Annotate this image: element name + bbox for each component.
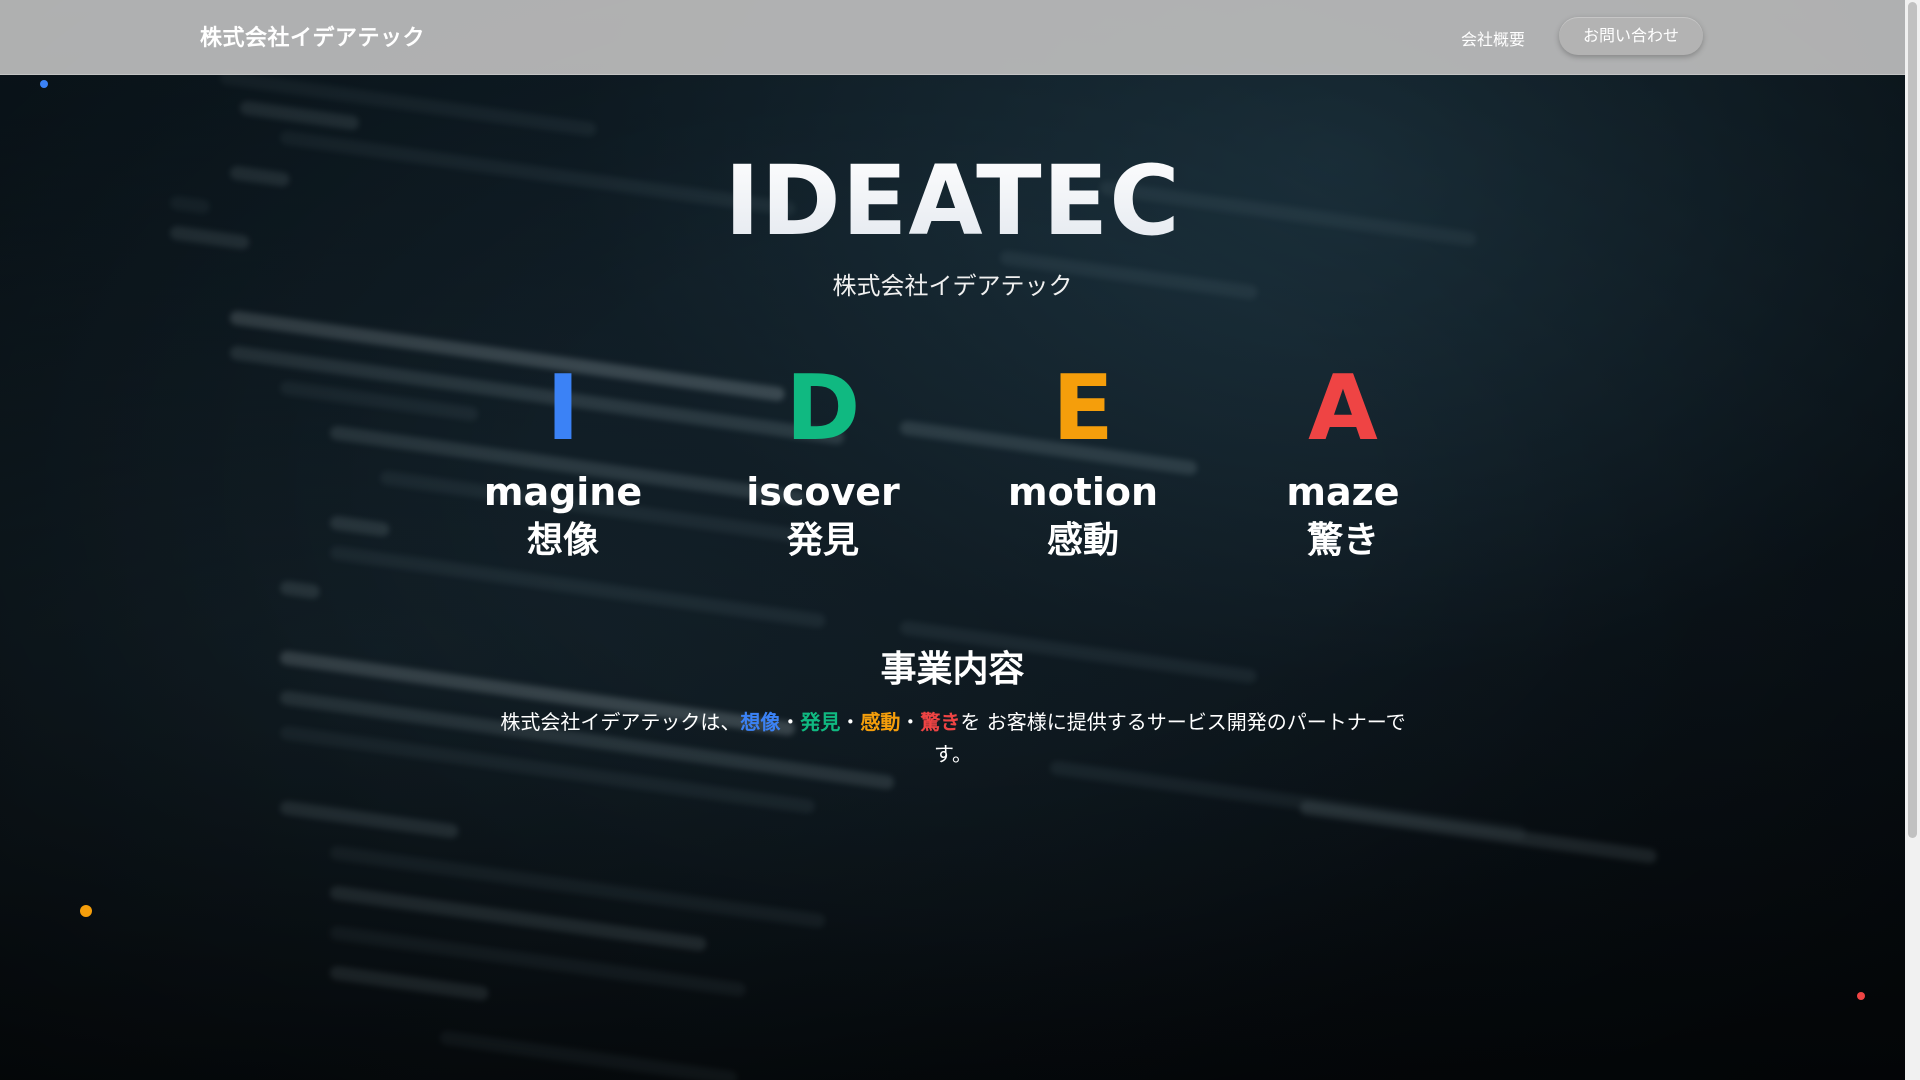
keyword-emotion: 感動 <box>860 710 901 734</box>
pillars-row: I magine 想像 D iscover 発見 E motion 感動 A m… <box>0 350 1905 570</box>
business-description: 株式会社イデアテックは、想像・発見・感動・驚きを お客様に提供するサービス開発の… <box>497 706 1409 770</box>
pillar-japanese: 想像 <box>526 520 599 561</box>
pillar-letter: D <box>785 356 861 461</box>
hero-subtitle: 株式会社イデアテック <box>832 272 1073 300</box>
pillar-word: iscover <box>746 470 900 514</box>
pillar-japanese: 感動 <box>1046 520 1119 561</box>
decor-dot-orange <box>80 905 92 917</box>
pillar-letter: E <box>1052 356 1114 461</box>
keyword-imagine: 想像 <box>740 710 781 734</box>
pillar-word: maze <box>1286 470 1400 514</box>
contact-button[interactable]: お問い合わせ <box>1559 17 1703 55</box>
business-section-title: 事業内容 <box>880 649 1025 690</box>
business-intro: 株式会社イデアテックは、 <box>500 710 741 734</box>
main-content: IDEATEC 株式会社イデアテック I magine 想像 D iscover… <box>0 0 1905 1080</box>
pillar-japanese: 驚き <box>1306 520 1379 561</box>
pillar-discover: D iscover 発見 <box>703 350 943 566</box>
keyword-amaze: 驚き <box>920 710 961 734</box>
brand-logo-text[interactable]: 株式会社イデアテック <box>200 20 425 52</box>
page-scrollbar[interactable] <box>1905 0 1920 1080</box>
separator: ・ <box>780 710 801 734</box>
business-outro: を お客様に提供するサービス開発のパートナーです。 <box>934 710 1406 766</box>
separator: ・ <box>840 710 861 734</box>
keyword-discover: 発見 <box>800 710 841 734</box>
decor-dot-blue <box>40 80 48 88</box>
nav-link-company[interactable]: 会社概要 <box>1461 26 1525 50</box>
decor-dot-red <box>1857 992 1865 1000</box>
pillar-word: motion <box>1007 470 1159 514</box>
pillar-imagine: I magine 想像 <box>443 350 683 566</box>
scrollbar-thumb[interactable] <box>1908 2 1917 838</box>
pillar-word: magine <box>483 470 643 514</box>
pillar-emotion: E motion 感動 <box>963 350 1203 566</box>
hero-title: IDEATEC <box>0 146 1905 256</box>
pillar-letter: I <box>546 356 580 461</box>
pillar-japanese: 発見 <box>786 520 859 561</box>
separator: ・ <box>900 710 921 734</box>
top-navbar: 株式会社イデアテック 会社概要 お問い合わせ <box>0 0 1905 75</box>
pillar-amaze: A maze 驚き <box>1223 350 1463 566</box>
pillar-letter: A <box>1308 356 1378 461</box>
